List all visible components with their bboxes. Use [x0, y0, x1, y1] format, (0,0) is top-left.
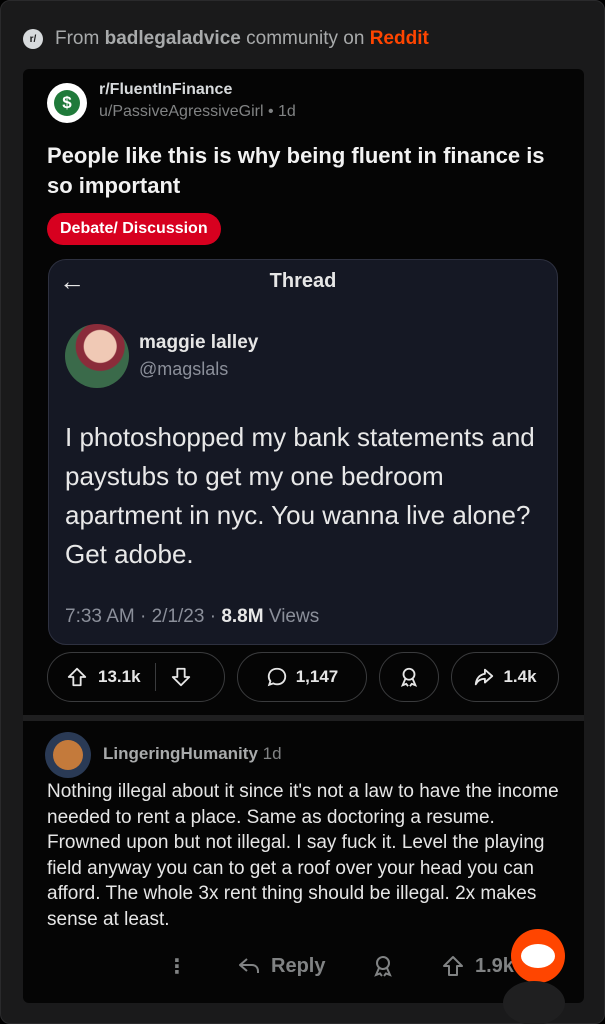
- share-count: 1.4k: [503, 667, 537, 686]
- avatar: [65, 324, 129, 388]
- comment-actions: ⋮ Reply 1.9k: [23, 941, 584, 991]
- tweet-meta: 7:33 AM · 2/1/23 · 8.8M Views: [65, 606, 320, 627]
- snoo-icon[interactable]: [511, 929, 565, 983]
- upvote-icon[interactable]: [441, 954, 465, 978]
- post-age: 1d: [278, 103, 296, 120]
- award-icon: [400, 667, 418, 687]
- comment-vote: 1.9k: [441, 941, 514, 991]
- comment-author-line: LingeringHumanity 1d: [103, 744, 282, 764]
- comment-avatar-image: [53, 740, 83, 770]
- section-divider: [23, 715, 584, 721]
- embed-header: r/ From badlegaladvice community on Redd…: [23, 25, 429, 53]
- tweet-views-label: Views: [268, 606, 320, 627]
- share-button[interactable]: 1.4k: [451, 652, 559, 702]
- comments-button[interactable]: 1,147: [237, 652, 367, 702]
- subreddit-icon[interactable]: $: [47, 83, 87, 123]
- subreddit-name[interactable]: r/FluentInFinance: [99, 81, 296, 99]
- header-prefix: From: [55, 28, 100, 49]
- post-title[interactable]: People like this is why being fluent in …: [47, 141, 567, 201]
- embed-frame: r/ From badlegaladvice community on Redd…: [0, 0, 605, 1024]
- reply-button[interactable]: Reply: [237, 941, 325, 991]
- tweet-author-name: maggie lalley: [139, 332, 259, 353]
- post-header: $ r/FluentInFinance u/PassiveAgressiveGi…: [47, 79, 296, 123]
- post-author[interactable]: u/PassiveAgressiveGirl: [99, 103, 264, 120]
- comment-count: 1,147: [295, 667, 339, 686]
- comment-award-button[interactable]: [371, 941, 395, 991]
- comment-body: Nothing illegal about it since it's not …: [47, 781, 559, 930]
- reply-label: Reply: [271, 954, 326, 977]
- header-community-link[interactable]: badlegaladvice: [105, 28, 241, 49]
- reply-icon: [239, 958, 259, 973]
- comment-author[interactable]: LingeringHumanity: [103, 744, 258, 763]
- upvote-icon[interactable]: [66, 666, 88, 688]
- comment-vote-count: 1.9k: [475, 954, 514, 977]
- tweet-screenshot[interactable]: ← Thread maggie lalley @magslals I photo…: [48, 259, 558, 645]
- reddit-badge-icon: r/: [23, 29, 43, 49]
- award-button[interactable]: [379, 652, 439, 702]
- post-actions: 13.1k 1,147 1.4k: [47, 652, 560, 704]
- more-icon[interactable]: ⋮: [167, 941, 187, 991]
- post-card: $ r/FluentInFinance u/PassiveAgressiveGi…: [23, 69, 584, 1003]
- tweet-author-handle: @magslals: [139, 359, 229, 379]
- vote-divider: [154, 663, 156, 691]
- tweet-time: 7:33 AM: [65, 606, 135, 627]
- thread-title: Thread: [269, 270, 337, 292]
- tweet-text: I photoshopped my bank statements and pa…: [65, 422, 535, 569]
- header-brand-link[interactable]: Reddit: [370, 28, 429, 49]
- tweet-date: 2/1/23: [151, 606, 205, 627]
- post-flair[interactable]: Debate/ Discussion: [47, 213, 221, 245]
- comment-icon: [267, 667, 286, 687]
- header-middle: community on: [246, 28, 365, 49]
- share-icon: [475, 668, 494, 686]
- comment-avatar[interactable]: [45, 732, 91, 778]
- subreddit-icon-glyph: $: [54, 90, 80, 116]
- snoo-face: [521, 944, 555, 968]
- tweet-views: 8.8M: [221, 606, 264, 627]
- vote-control: 13.1k: [47, 652, 225, 702]
- overlay-shadow: [503, 981, 565, 1024]
- award-icon: [374, 956, 392, 977]
- upvote-count: 13.1k: [98, 667, 141, 686]
- comment-age: 1d: [262, 744, 282, 763]
- downvote-icon[interactable]: [170, 666, 192, 688]
